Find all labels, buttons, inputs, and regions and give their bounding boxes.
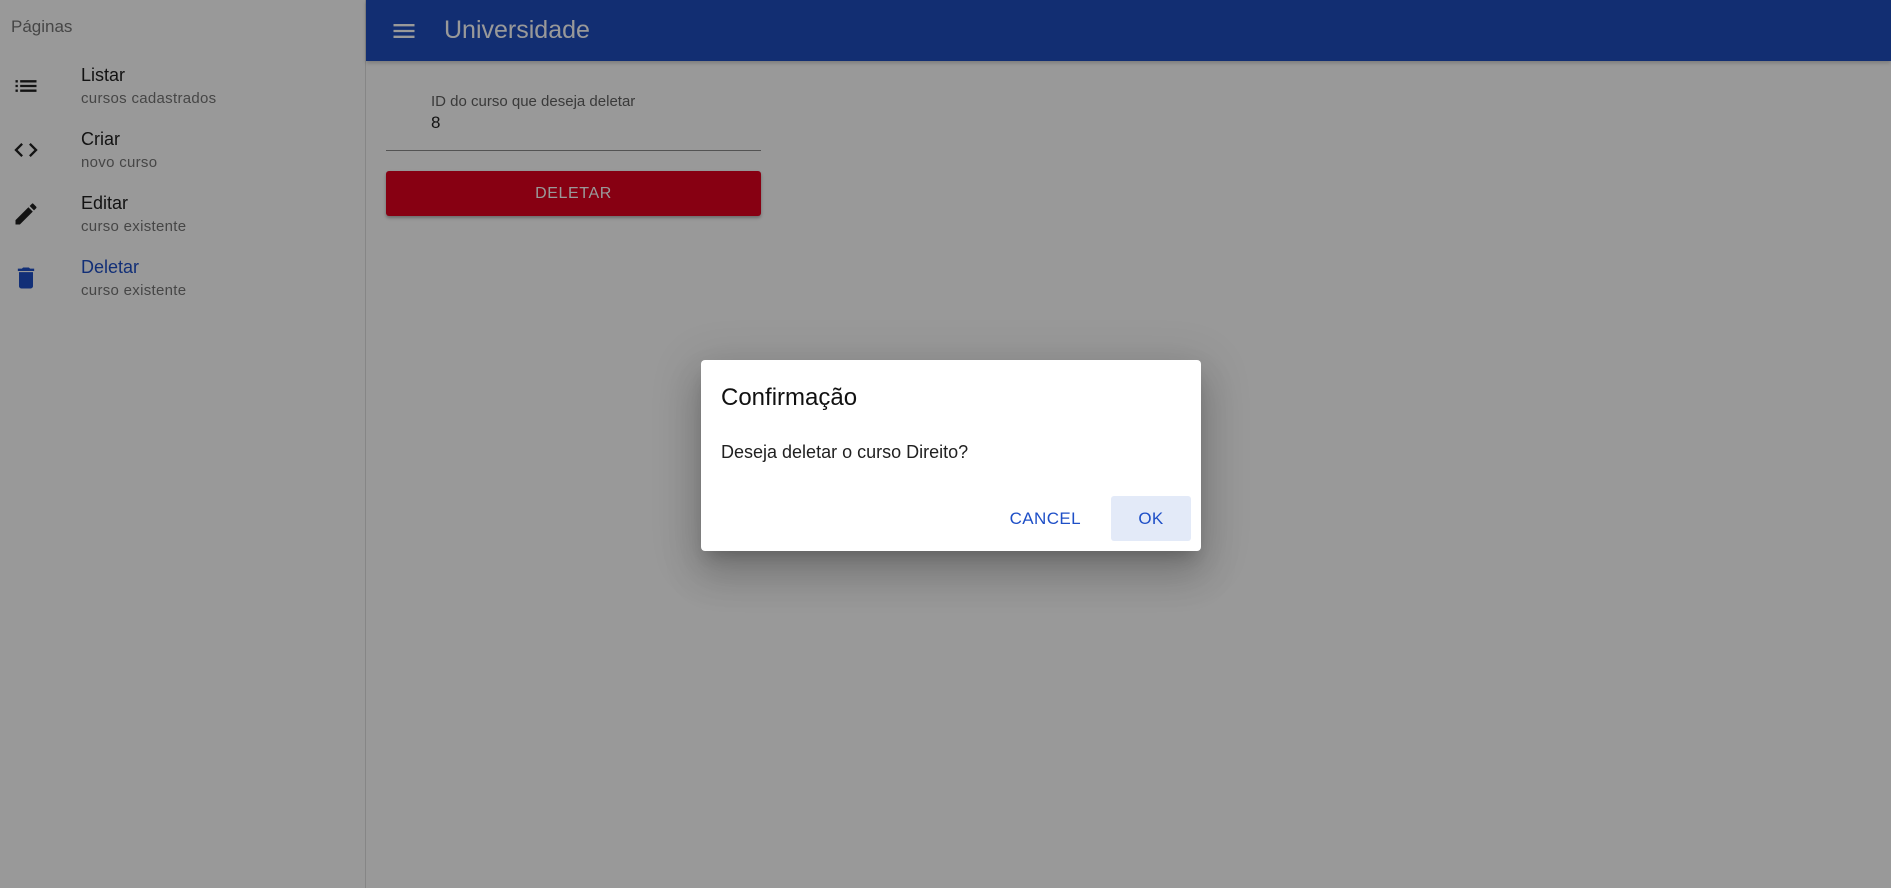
cancel-button[interactable]: CANCEL (992, 496, 1099, 541)
dialog-actions: CANCEL OK (992, 496, 1191, 541)
app-root: Páginas Listar cursos cadastrados Criar … (0, 0, 1891, 888)
ok-button[interactable]: OK (1111, 496, 1191, 541)
confirmation-dialog: Confirmação Deseja deletar o curso Direi… (701, 360, 1201, 551)
dialog-message: Deseja deletar o curso Direito? (721, 442, 969, 462)
dialog-title: Confirmação (721, 384, 858, 411)
